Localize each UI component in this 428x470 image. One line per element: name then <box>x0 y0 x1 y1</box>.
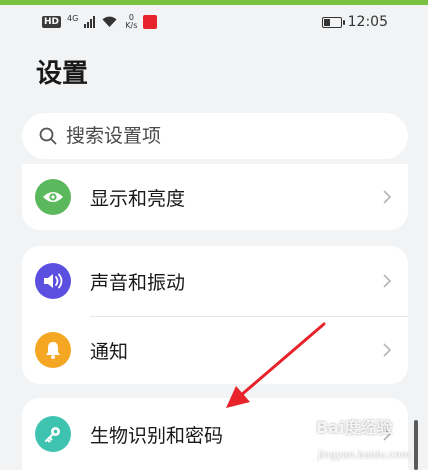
scrollbar[interactable] <box>414 420 418 470</box>
watermark-url: jingyan.baidu.com <box>318 450 411 461</box>
annotation-arrow <box>226 322 326 408</box>
watermark: Bai度经验 <box>316 418 393 437</box>
